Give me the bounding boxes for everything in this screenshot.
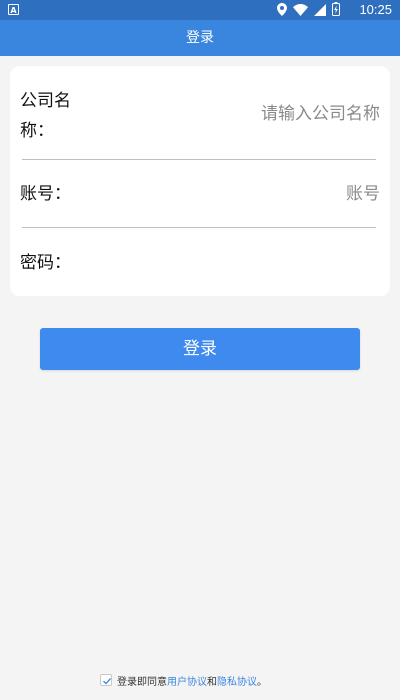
- password-label: 密码：: [20, 253, 71, 273]
- login-button[interactable]: 登录: [40, 328, 360, 370]
- company-name-input[interactable]: [180, 100, 380, 128]
- status-time: 10:25: [359, 2, 392, 17]
- login-form-card: 公司名 称： 账号： 密码：: [10, 66, 390, 296]
- status-bar: A 10:25: [0, 0, 400, 20]
- battery-charging-icon: [332, 1, 340, 20]
- account-input[interactable]: [180, 180, 380, 208]
- checkmark-icon: [103, 677, 112, 685]
- company-label-line2: 称：: [20, 121, 54, 141]
- signal-icon: [314, 1, 326, 20]
- agreement-and: 和: [207, 676, 217, 688]
- company-label: 公司名 称：: [20, 86, 71, 146]
- page-title-bar: 登录: [0, 20, 400, 56]
- agreement-prefix: 登录即同意: [117, 676, 167, 688]
- password-input[interactable]: [180, 249, 380, 277]
- status-icons: [277, 1, 340, 20]
- divider: [22, 227, 376, 228]
- location-icon: [277, 1, 287, 20]
- wifi-icon: [293, 1, 308, 20]
- company-label-line1: 公司名: [20, 91, 71, 111]
- agreement-checkbox[interactable]: [100, 674, 112, 686]
- account-label: 账号：: [20, 184, 71, 204]
- app-notification-icon: A: [8, 4, 19, 15]
- divider: [22, 159, 376, 160]
- user-agreement-link[interactable]: 用户协议: [167, 673, 207, 688]
- privacy-agreement-link[interactable]: 隐私协议: [217, 673, 257, 688]
- page-title: 登录: [186, 30, 214, 46]
- agreement-suffix: 。: [257, 676, 267, 688]
- agreement-row: 登录即同意 用户协议 和 隐私协议 。: [100, 672, 267, 688]
